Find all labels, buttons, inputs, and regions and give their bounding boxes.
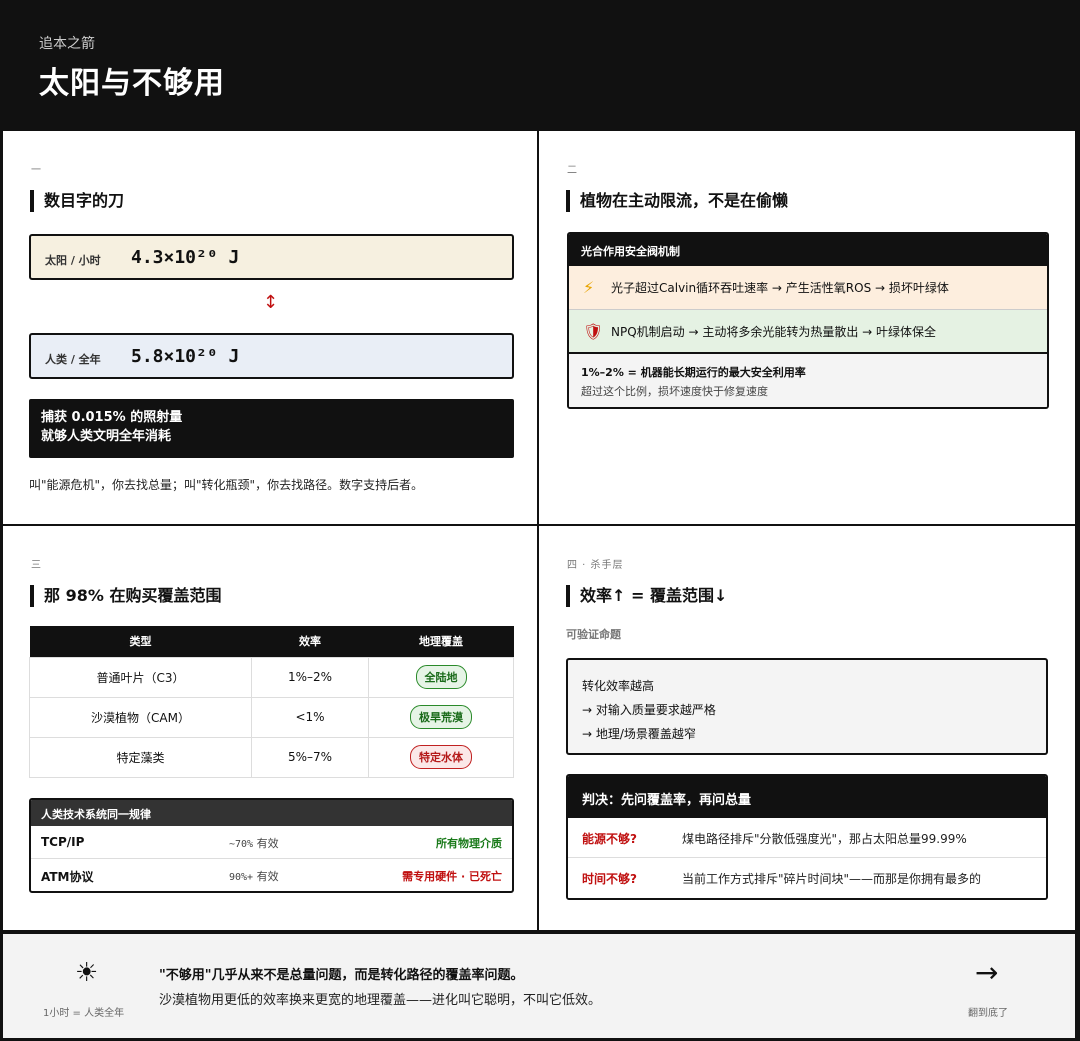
list-item: TCP/IP ~70% 有效 所有物理介质: [31, 826, 512, 859]
list-item: ATM协议 90%+ 有效 需专用硬件 · 已死亡: [31, 859, 512, 891]
page-header: 追本之箭 太阳与不够用: [0, 0, 1080, 131]
proposition-line: 转化效率越高: [582, 679, 655, 693]
safety-valve-card: 光合作用安全阀机制 ⚡ 光子超过Calvin循环吞吐速率 → 产生活性氧ROS …: [567, 232, 1049, 409]
card-footer: 1%–2% = 机器能长期运行的最大安全利用率 超过这个比例，损坏速度快于修复速…: [569, 354, 1047, 407]
lightning-icon: ⚡: [583, 278, 595, 297]
verdict-card: 判决：先问覆盖率，再问总量 能源不够? 煤电路径排斥"分散低强度光"，那占太阳总…: [566, 774, 1048, 900]
capture-line-2: 就够人类文明全年消耗: [41, 429, 172, 444]
list-item: ⚡ 光子超过Calvin循环吞吐速率 → 产生活性氧ROS → 损坏叶绿体: [569, 266, 1047, 310]
human-compare-box: 人类 / 全年 5.8×10²⁰ J: [29, 333, 514, 379]
type-cell: 沙漠植物（CAM）: [29, 696, 252, 738]
end-caption: 翻到底了: [968, 1008, 1008, 1019]
coverage-table: 类型 效率 地理覆盖 普通叶片（C3） 1%–2% 全陆地 沙漠植物（CAM） …: [29, 626, 514, 778]
max-rate-text: 1%–2% = 机器能长期运行的最大安全利用率: [581, 366, 806, 379]
law-head: 人类技术系统同一规律: [31, 800, 512, 826]
eff-cell: 1%–2%: [251, 656, 369, 698]
verdict-answer: 当前工作方式排斥"碎片时间块"——而那是你拥有最多的: [682, 872, 982, 886]
human-label: 人类 / 全年: [45, 353, 101, 366]
table-row: 普通叶片（C3） 1%–2% 全陆地: [29, 656, 514, 698]
protocol-coverage: 需专用硬件 · 已死亡: [402, 870, 502, 883]
header-kicker: 追本之箭: [39, 36, 95, 52]
row-text: NPQ机制启动 → 主动将多余光能转为热量散出 → 叶绿体保全: [611, 324, 937, 339]
proposition-box: 转化效率越高 → 对输入质量要求越严格 → 地理/场景覆盖越窄: [566, 658, 1048, 755]
human-value: 5.8×10²⁰ J: [131, 346, 240, 367]
coverage-badge: 特定水体: [410, 745, 472, 769]
footer-subtext: 沙漠植物用更低的效率换来更宽的地理覆盖——进化叫它聪明，不叫它低效。: [159, 993, 602, 1008]
page-footer: ☀ 1小时 = 人类全年 "不够用"几乎从来不是总量问题，而是转化路径的覆盖率问…: [3, 934, 1075, 1038]
section-number: 二: [567, 165, 578, 176]
capture-callout: 捕获 0.015% 的照射量 就够人类文明全年消耗: [29, 399, 514, 458]
verdict-answer: 煤电路径排斥"分散低强度光"，那占太阳总量99.99%: [682, 832, 967, 846]
section-title: 效率↑ = 覆盖范围↓: [566, 585, 727, 607]
section-title: 植物在主动限流，不是在偷懒: [566, 190, 788, 212]
eff-cell: <1%: [251, 696, 369, 738]
verdict-head: 判决：先问覆盖率，再问总量: [568, 776, 1046, 818]
proposition-line: → 对输入质量要求越严格: [582, 703, 716, 717]
coverage-cell: 特定水体: [368, 736, 514, 778]
coverage-badge: 极旱荒漠: [410, 705, 472, 729]
list-item: 时间不够? 当前工作方式排斥"碎片时间块"——而那是你拥有最多的: [568, 858, 1046, 898]
protocol-name: ATM协议: [41, 870, 94, 884]
type-cell: 特定藻类: [29, 736, 252, 778]
sun-icon: ☀: [75, 958, 99, 988]
sun-caption: 1小时 = 人类全年: [43, 1008, 125, 1019]
table-row: 特定藻类 5%–7% 特定水体: [29, 736, 514, 778]
list-item: 能源不够? 煤电路径排斥"分散低强度光"，那占太阳总量99.99%: [568, 818, 1046, 858]
next-arrow-icon[interactable]: →: [975, 956, 998, 989]
proposition-line: → 地理/场景覆盖越窄: [582, 727, 696, 741]
footer-conclusion: "不够用"几乎从来不是总量问题，而是转化路径的覆盖率问题。: [159, 968, 524, 983]
sun-value: 4.3×10²⁰ J: [131, 247, 240, 268]
section-coverage: 三 那 98% 在购买覆盖范围 类型 效率 地理覆盖 普通叶片（C3） 1%–2…: [3, 526, 537, 930]
protocol-name: TCP/IP: [41, 835, 85, 849]
coverage-cell: 全陆地: [368, 656, 514, 698]
sun-compare-box: 太阳 / 小时 4.3×10²⁰ J: [29, 234, 514, 280]
section-throttle: 二 植物在主动限流，不是在偷懒 光合作用安全阀机制 ⚡ 光子超过Calvin循环…: [539, 131, 1075, 524]
card-head: 光合作用安全阀机制: [569, 234, 1047, 266]
list-item: 🛡 NPQ机制启动 → 主动将多余光能转为热量散出 → 叶绿体保全: [569, 310, 1047, 354]
section-title: 数目字的刀: [30, 190, 124, 212]
coverage-badge: 全陆地: [415, 665, 467, 689]
type-cell: 普通叶片（C3）: [29, 656, 252, 698]
coverage-cell: 极旱荒漠: [368, 696, 514, 738]
protocol-coverage: 所有物理介质: [436, 837, 502, 850]
compare-arrow-icon: ↕: [263, 292, 279, 313]
section-note: 叫"能源危机"，你去找总量；叫"转化瓶颈"，你去找路径。数字支持后者。: [29, 478, 424, 492]
max-rate-note: 超过这个比例，损坏速度快于修复速度: [581, 385, 768, 398]
column-header: 效率: [251, 626, 369, 657]
table-row: 沙漠植物（CAM） <1% 极旱荒漠: [29, 696, 514, 738]
tech-law-card: 人类技术系统同一规律 TCP/IP ~70% 有效 所有物理介质 ATM协议 9…: [29, 798, 514, 893]
column-header: 地理覆盖: [368, 626, 514, 657]
shield-icon: 🛡: [583, 321, 604, 341]
section-number: 四 · 杀手层: [567, 560, 624, 571]
protocol-efficiency: ~70% 有效: [229, 837, 279, 850]
section-numbers: 一 数目字的刀 太阳 / 小时 4.3×10²⁰ J ↕ 人类 / 全年 5.8…: [3, 131, 537, 524]
section-title: 那 98% 在购买覆盖范围: [30, 585, 221, 607]
protocol-efficiency: 90%+ 有效: [229, 870, 279, 883]
eff-cell: 5%–7%: [251, 736, 369, 778]
column-header: 类型: [29, 626, 252, 657]
sun-label: 太阳 / 小时: [45, 254, 101, 267]
page-title: 太阳与不够用: [39, 66, 225, 101]
section-killer-layer: 四 · 杀手层 效率↑ = 覆盖范围↓ 可验证命题 转化效率越高 → 对输入质量…: [539, 526, 1075, 930]
capture-line-1: 捕获 0.015% 的照射量: [41, 410, 183, 425]
row-text: 光子超过Calvin循环吞吐速率 → 产生活性氧ROS → 损坏叶绿体: [611, 281, 949, 295]
proposition-label: 可验证命题: [566, 628, 621, 641]
section-number: 三: [31, 560, 42, 571]
verdict-question: 时间不够?: [582, 872, 637, 886]
section-number: 一: [31, 165, 42, 176]
verdict-question: 能源不够?: [582, 832, 637, 846]
